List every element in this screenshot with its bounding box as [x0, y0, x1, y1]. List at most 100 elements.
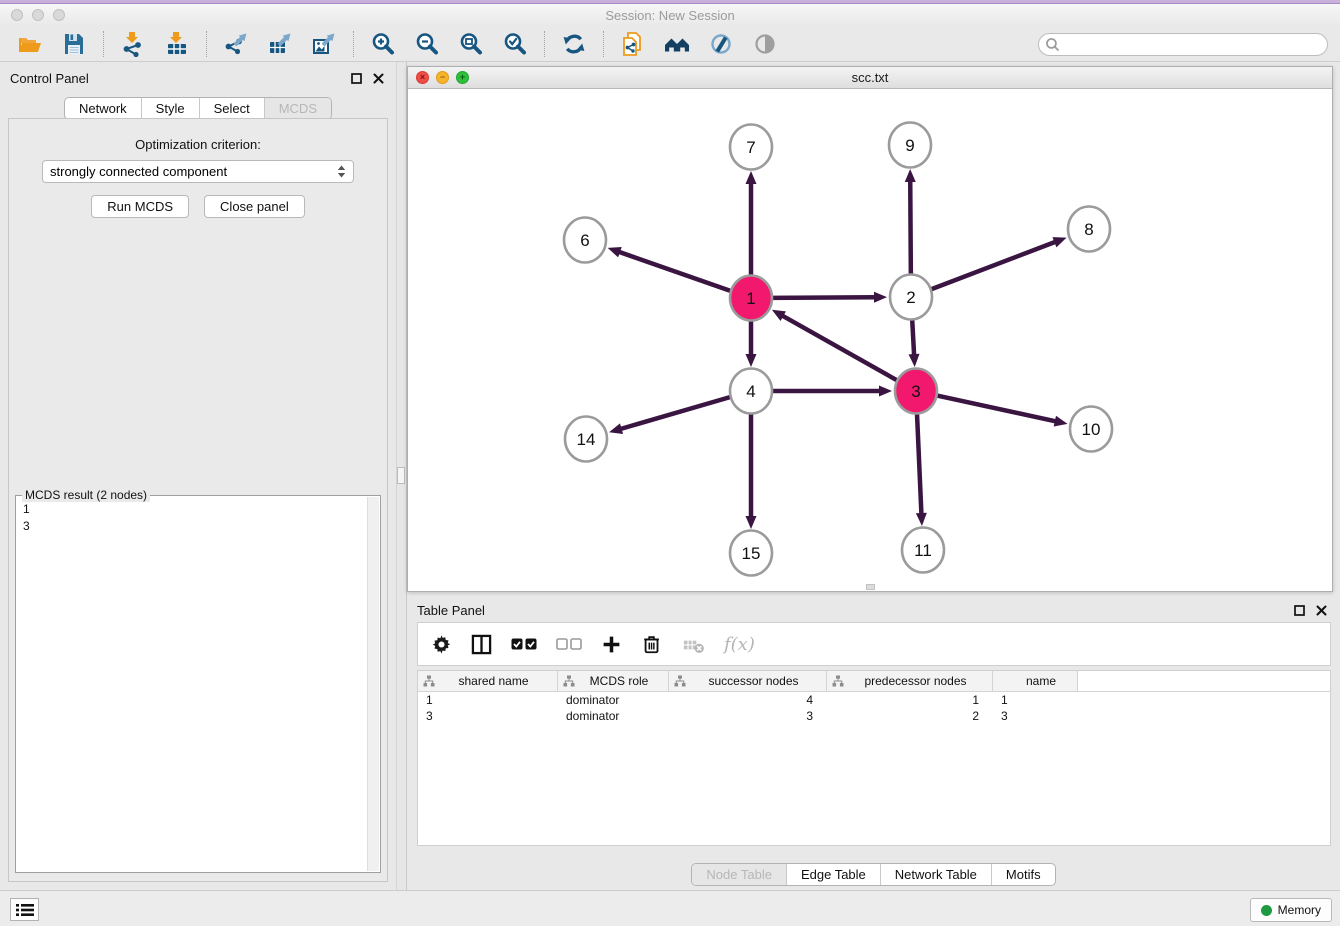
node-4[interactable]: 4	[730, 369, 772, 414]
style-icon[interactable]	[708, 31, 734, 57]
add-icon[interactable]	[601, 634, 622, 655]
edge-3-10[interactable]	[937, 395, 1068, 426]
close-panel-icon[interactable]	[373, 73, 384, 84]
node-table[interactable]: shared nameMCDS rolesuccessor nodesprede…	[417, 670, 1331, 846]
divider-grip[interactable]	[397, 467, 405, 484]
table-cell[interactable]: 3	[418, 708, 558, 724]
node-9[interactable]: 9	[889, 123, 931, 168]
table-cell[interactable]: 4	[669, 692, 827, 708]
result-scrollbar[interactable]	[367, 497, 379, 871]
edge-2-3[interactable]	[909, 318, 920, 367]
node-3[interactable]: 3	[895, 369, 937, 414]
frame-minimize-button[interactable]: −	[436, 71, 449, 84]
zoom-out-icon[interactable]	[414, 31, 440, 57]
gear-icon[interactable]	[431, 634, 452, 655]
columns-icon[interactable]	[471, 634, 492, 655]
edge-4-14[interactable]	[609, 397, 731, 434]
edge-3-1[interactable]	[772, 310, 898, 381]
tab-network-table[interactable]: Network Table	[880, 864, 991, 885]
zoom-in-icon[interactable]	[370, 31, 396, 57]
table-cell[interactable]: dominator	[558, 692, 669, 708]
maximize-window-button[interactable]	[53, 9, 65, 21]
export-network-icon[interactable]	[223, 31, 249, 57]
tab-node-table[interactable]: Node Table	[692, 864, 786, 885]
delete-icon[interactable]	[641, 633, 663, 655]
refresh-icon[interactable]	[561, 31, 587, 57]
frame-close-button[interactable]: ×	[416, 71, 429, 84]
node-6[interactable]: 6	[564, 218, 606, 263]
window-traffic-lights[interactable]	[11, 9, 65, 21]
graph-svg[interactable]: 7 9 6 8 1 2 4 3 14 10 15 11	[408, 89, 1332, 592]
table-cell[interactable]: dominator	[558, 708, 669, 724]
import-network-icon[interactable]	[120, 31, 146, 57]
memory-button[interactable]: Memory	[1250, 898, 1332, 922]
tab-motifs[interactable]: Motifs	[991, 864, 1055, 885]
node-7[interactable]: 7	[730, 125, 772, 170]
edge-2-9[interactable]	[905, 169, 916, 276]
table-cell[interactable]: 3	[669, 708, 827, 724]
edge-4-3[interactable]	[772, 386, 892, 397]
tab-select[interactable]: Select	[199, 98, 264, 119]
table-cell[interactable]: 1	[418, 692, 558, 708]
open-folder-icon[interactable]	[17, 31, 43, 57]
float-table-panel-icon[interactable]	[1294, 605, 1305, 616]
table-row[interactable]: 3dominator323	[418, 708, 1330, 724]
select-all-icon[interactable]	[511, 637, 537, 651]
table-cell[interactable]: 1	[993, 692, 1078, 708]
tab-mcds[interactable]: MCDS	[264, 98, 331, 119]
column-header-shared-name[interactable]: shared name	[418, 671, 558, 691]
search-input[interactable]	[1038, 33, 1328, 56]
window-titlebar[interactable]: Session: New Session	[0, 4, 1340, 26]
close-table-panel-icon[interactable]	[1316, 605, 1327, 616]
tab-edge-table[interactable]: Edge Table	[786, 864, 880, 885]
close-window-button[interactable]	[11, 9, 23, 21]
node-1[interactable]: 1	[730, 276, 772, 321]
run-mcds-button[interactable]: Run MCDS	[91, 195, 189, 218]
edge-1-4[interactable]	[746, 319, 757, 367]
import-table-icon[interactable]	[164, 31, 190, 57]
edge-1-7[interactable]	[746, 171, 757, 277]
save-icon[interactable]	[61, 31, 87, 57]
table-cell[interactable]: 2	[827, 708, 993, 724]
zoom-fit-icon[interactable]	[458, 31, 484, 57]
edge-1-2[interactable]	[772, 292, 887, 303]
duplicate-network-icon[interactable]	[620, 31, 646, 57]
deselect-all-icon[interactable]	[556, 637, 582, 651]
export-table-icon[interactable]	[267, 31, 293, 57]
node-8[interactable]: 8	[1068, 207, 1110, 252]
network-canvas[interactable]: 7 9 6 8 1 2 4 3 14 10 15 11	[408, 89, 1332, 591]
node-2[interactable]: 2	[890, 275, 932, 320]
column-header-mcds-role[interactable]: MCDS role	[558, 671, 669, 691]
edge-4-15[interactable]	[746, 412, 757, 529]
export-image-icon[interactable]	[311, 31, 337, 57]
tab-style[interactable]: Style	[141, 98, 199, 119]
zoom-selected-icon[interactable]	[502, 31, 528, 57]
frame-maximize-button[interactable]: +	[456, 71, 469, 84]
network-window-titlebar[interactable]: × − + scc.txt	[408, 67, 1332, 89]
edge-2-8[interactable]	[931, 237, 1067, 289]
homes-icon[interactable]	[664, 31, 690, 57]
close-panel-button[interactable]: Close panel	[204, 195, 305, 218]
column-header-predecessor-nodes[interactable]: predecessor nodes	[827, 671, 993, 691]
table-cell[interactable]: 3	[993, 708, 1078, 724]
node-14[interactable]: 14	[565, 417, 607, 462]
column-header-successor-nodes[interactable]: successor nodes	[669, 671, 827, 691]
node-10[interactable]: 10	[1070, 407, 1112, 452]
node-label: 1	[746, 289, 755, 308]
mcds-result-text[interactable]: 13	[16, 496, 367, 872]
task-history-button[interactable]	[10, 898, 39, 921]
table-cell[interactable]: 1	[827, 692, 993, 708]
tab-network[interactable]: Network	[65, 98, 141, 119]
edge-1-6[interactable]	[608, 247, 732, 291]
node-15[interactable]: 15	[730, 531, 772, 576]
criterion-select[interactable]: strongly connected component	[42, 160, 354, 183]
float-panel-icon[interactable]	[351, 73, 362, 84]
minimize-window-button[interactable]	[32, 9, 44, 21]
column-header-name[interactable]: name	[993, 671, 1078, 691]
split-divider[interactable]	[396, 62, 407, 890]
edge-3-11[interactable]	[916, 412, 927, 526]
table-row[interactable]: 1dominator411	[418, 692, 1330, 708]
delete-column-icon	[682, 633, 705, 656]
node-11[interactable]: 11	[902, 528, 944, 573]
network-resize-grip[interactable]	[866, 584, 875, 590]
